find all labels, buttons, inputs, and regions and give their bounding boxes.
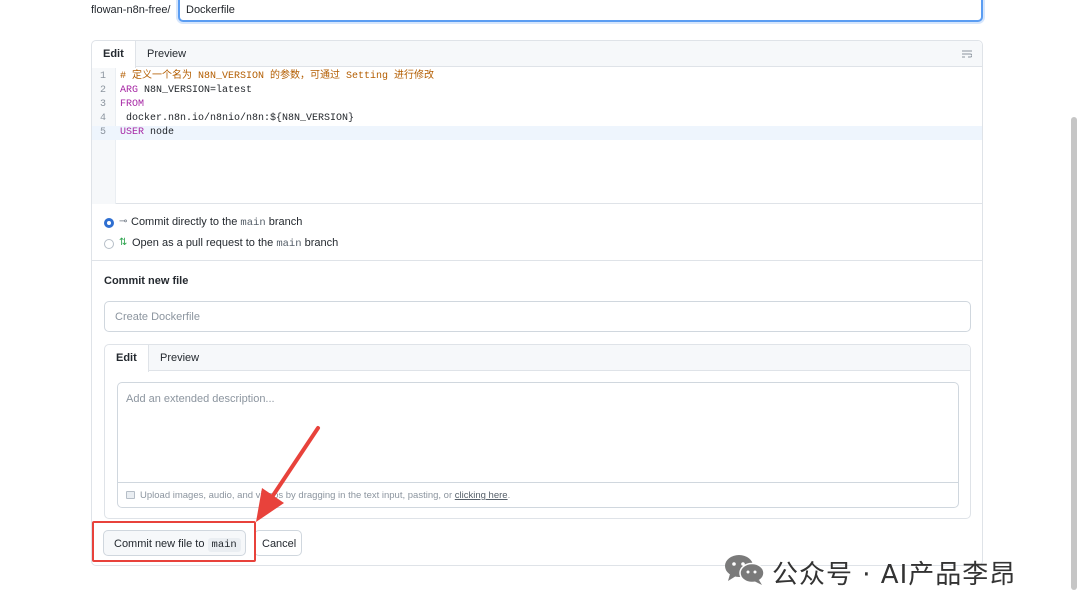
desc-tab-preview[interactable]: Preview	[149, 345, 210, 372]
upload-hint: Upload images, audio, and videos by drag…	[140, 490, 455, 501]
code-keyword: FROM	[120, 99, 145, 110]
image-icon	[126, 491, 135, 499]
code-line[interactable]: 3 FROM	[92, 98, 982, 112]
upload-link[interactable]: clicking here	[455, 490, 508, 501]
code-text: node	[144, 127, 175, 138]
option-label: Open as a pull request to the	[132, 237, 277, 249]
code-editor[interactable]: 1 # 定义一个名为 N8N_VERSION 的参数，可通过 Setting 进…	[92, 68, 982, 204]
upload-hint-end: .	[507, 490, 511, 501]
commit-section-title: Commit new file	[104, 275, 189, 287]
wechat-icon	[725, 555, 765, 585]
page-scrollbar[interactable]	[1071, 117, 1077, 590]
branch-name: main	[276, 238, 302, 250]
code-line-current[interactable]: 5 USER node	[92, 126, 982, 140]
line-number: 2	[99, 85, 106, 96]
repo-path-prefix: flowan-n8n-free/	[91, 4, 171, 16]
tab-preview[interactable]: Preview	[136, 41, 197, 68]
description-textarea[interactable]: Add an extended description...	[117, 382, 959, 482]
file-path-row: flowan-n8n-free/ Dockerfile	[91, 0, 983, 22]
wrap-lines-icon[interactable]	[962, 49, 972, 59]
annotation-highlight-box	[92, 521, 256, 562]
watermark: 公众号 · AI产品李昂	[722, 551, 1052, 590]
filename-input[interactable]: Dockerfile	[178, 0, 983, 22]
code-line[interactable]: 4 docker.n8n.io/n8nio/n8n:${N8N_VERSION}	[92, 112, 982, 126]
branch-name: main	[240, 217, 266, 229]
option-label-suffix: branch	[301, 237, 339, 249]
line-number: 1	[99, 71, 106, 82]
code-line[interactable]: 1 # 定义一个名为 N8N_VERSION 的参数，可通过 Setting 进…	[92, 70, 982, 84]
description-tabs: Edit Preview	[105, 345, 970, 372]
line-number: 5	[99, 127, 106, 138]
code-comment: # 定义一个名为 N8N_VERSION 的参数，可通过 Setting 进行修…	[120, 71, 435, 82]
upload-bar[interactable]: Upload images, audio, and videos by drag…	[117, 482, 959, 508]
option-label-suffix: branch	[265, 216, 303, 228]
code-keyword: ARG	[120, 85, 139, 96]
git-commit-icon: ⊸	[119, 216, 128, 227]
commit-options: ⊸ Commit directly to the main branch ⇅ O…	[92, 205, 982, 261]
commit-summary-input[interactable]: Create Dockerfile	[104, 301, 971, 332]
code-line[interactable]: 2 ARG N8N_VERSION=latest	[92, 84, 982, 98]
tab-edit[interactable]: Edit	[92, 41, 136, 68]
description-editor: Edit Preview Add an extended description…	[104, 344, 971, 519]
code-text: docker.n8n.io/n8nio/n8n:${N8N_VERSION}	[120, 113, 355, 124]
editor-tabs: Edit Preview	[92, 41, 982, 68]
code-text: N8N_VERSION=latest	[138, 85, 253, 96]
line-number: 3	[99, 99, 106, 110]
git-pull-request-icon: ⇅	[119, 237, 128, 248]
watermark-text: 公众号 · AI产品李昂	[772, 560, 1017, 590]
radio-pull-request[interactable]	[104, 239, 114, 249]
line-number: 4	[99, 113, 106, 124]
editor-card: Edit Preview 1 # 定义一个名为 N8N_VERSION 的参数，…	[91, 40, 983, 566]
option-label: Commit directly to the	[131, 216, 241, 228]
radio-commit-direct[interactable]	[104, 218, 114, 228]
code-keyword: USER	[120, 127, 145, 138]
desc-tab-edit[interactable]: Edit	[105, 345, 149, 372]
cancel-button[interactable]: Cancel	[254, 530, 302, 556]
